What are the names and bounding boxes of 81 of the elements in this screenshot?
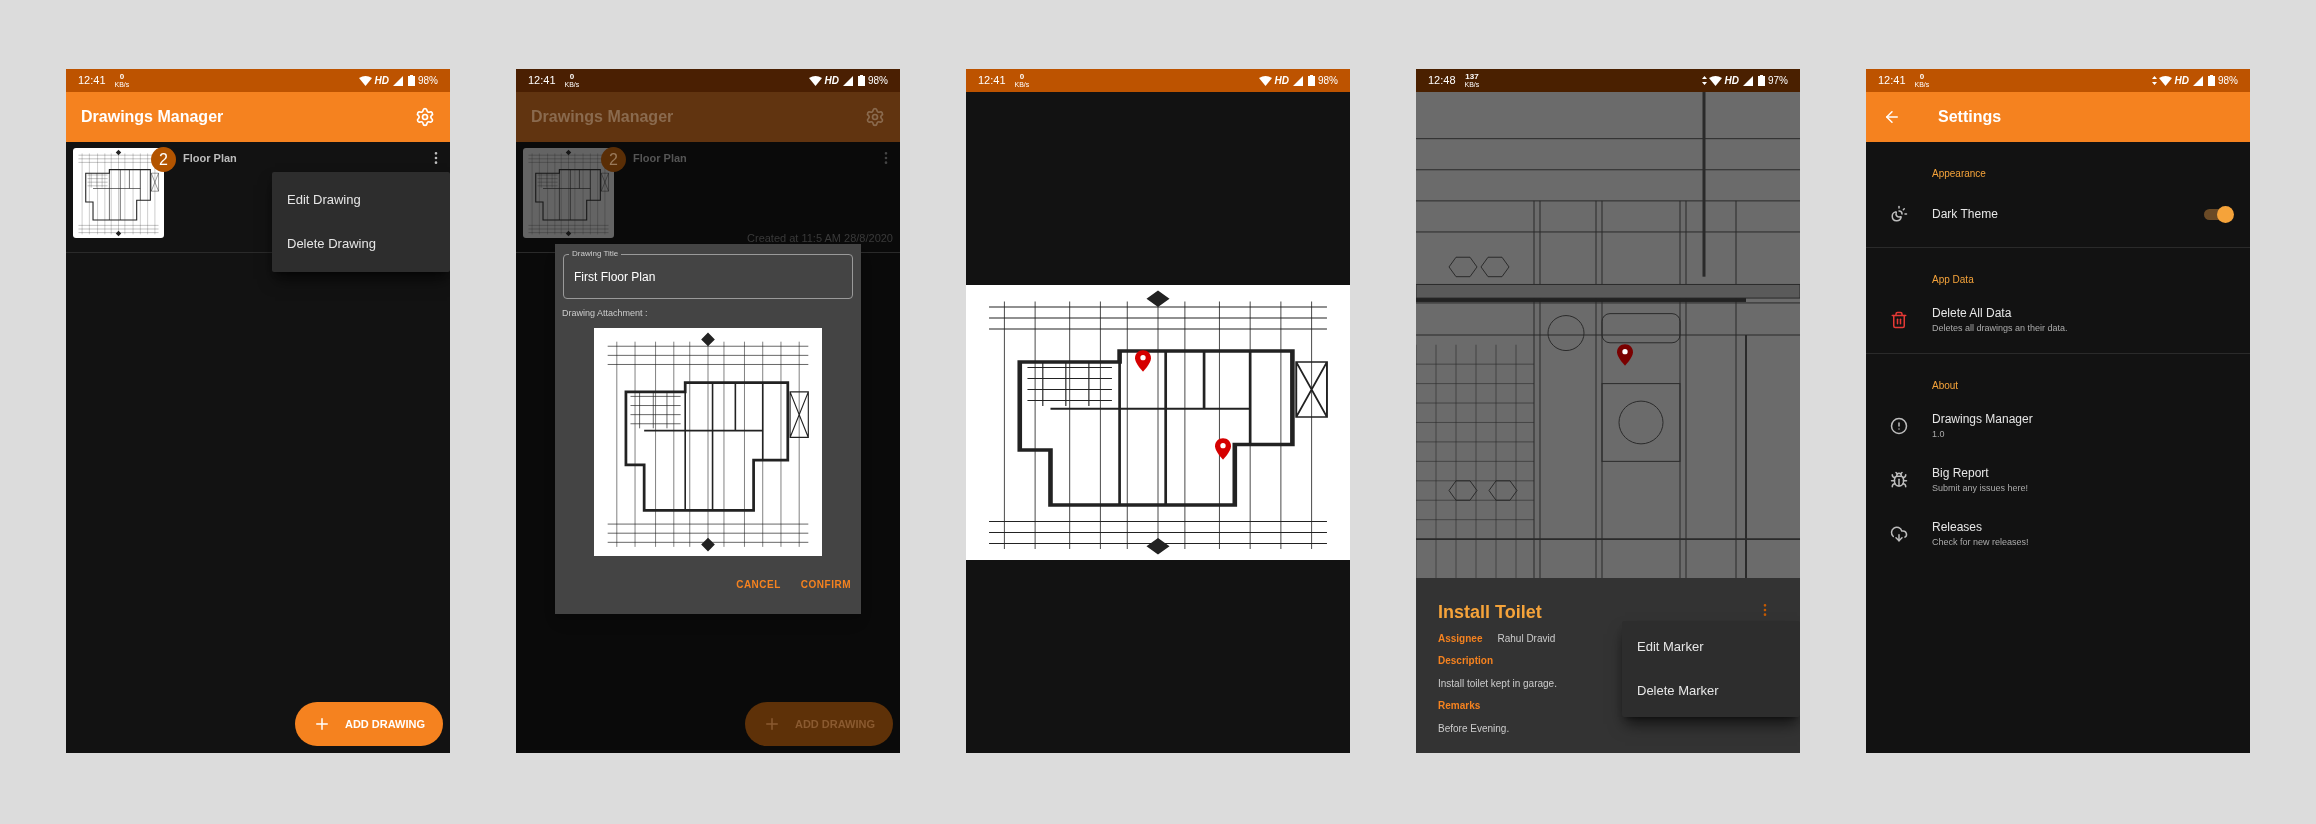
menu-item[interactable]: Delete Marker <box>1622 669 1800 713</box>
setting-title: Releases <box>1932 519 1984 537</box>
settings-row[interactable]: Drawings Manager 1.0 <box>1866 399 2250 453</box>
wifi-icon <box>358 75 372 86</box>
setting-icon <box>1890 471 1908 489</box>
battery-level: 97% <box>1768 74 1788 88</box>
field-label: Remarks <box>1438 699 1482 713</box>
battery-icon <box>1308 75 1315 86</box>
field-value: Before Evening. <box>1438 722 1510 736</box>
marker-count-badge: 2 <box>151 147 176 172</box>
clock-time: 12:41 <box>1878 73 1906 89</box>
battery-level: 98% <box>868 74 888 88</box>
clock-time: 12:41 <box>78 73 106 89</box>
menu-item[interactable]: Edit Marker <box>1622 625 1800 669</box>
clock-time: 12:41 <box>528 73 556 89</box>
setting-icon <box>1890 205 1908 223</box>
network-speed: 0 <box>569 73 575 81</box>
wifi-icon <box>808 75 822 86</box>
setting-subtitle: Deletes all drawings an their data. <box>1932 322 2069 336</box>
signal-icon <box>843 75 853 86</box>
clock-time: 12:48 <box>1428 73 1456 89</box>
menu-item[interactable]: Edit Drawing <box>272 178 450 222</box>
network-speed: 137 <box>1465 73 1479 81</box>
setting-title: Delete All Data <box>1932 305 2013 323</box>
map-pin-icon[interactable] <box>1135 350 1151 372</box>
battery-icon <box>408 75 415 86</box>
back-icon[interactable] <box>1883 108 1901 126</box>
app-title: Drawings Manager <box>531 107 675 127</box>
section-header: App Data <box>1932 273 1975 287</box>
network-speed: 0 <box>1919 73 1925 81</box>
signal-icon <box>1743 75 1753 86</box>
drawing-title[interactable]: Floor Plan <box>183 150 237 252</box>
section-header: About <box>1932 379 1960 393</box>
setting-subtitle: Submit any issues here! <box>1932 482 2030 496</box>
battery-icon <box>1758 75 1765 86</box>
settings-row[interactable]: Big Report Submit any issues here! <box>1866 453 2250 507</box>
setting-title: Drawings Manager <box>1932 411 2034 429</box>
network-speed: 0 <box>1019 73 1025 81</box>
section-header: Appearance <box>1932 167 1987 181</box>
battery-level: 98% <box>418 74 438 88</box>
field-label: Description <box>1438 654 1494 668</box>
dialog-action[interactable]: CANCEL <box>736 576 781 592</box>
setting-icon <box>1890 525 1908 543</box>
dialog-action[interactable]: CONFIRM <box>800 576 851 592</box>
setting-title: Dark Theme <box>1932 206 1999 223</box>
battery-level: 98% <box>2218 74 2238 88</box>
network-speed: 0 <box>119 73 125 81</box>
wifi-icon <box>1258 75 1272 86</box>
network-type: HD <box>1724 74 1739 88</box>
setting-icon <box>1890 417 1908 435</box>
marker-title: Install Toilet <box>1438 601 1542 624</box>
dark-theme-switch[interactable] <box>2204 208 2232 220</box>
attachment-label: Drawing Attachment : <box>562 307 649 320</box>
battery-icon <box>2208 75 2215 86</box>
settings-row[interactable]: Delete All Data Deletes all drawings an their data. <box>1866 293 2250 347</box>
setting-subtitle: 1.0 <box>1932 428 1946 442</box>
field-value: Install toilet kept in garage. <box>1438 677 1557 691</box>
field-value: Rahul Dravid <box>1497 632 1556 646</box>
network-type: HD <box>2174 74 2189 88</box>
battery-icon <box>858 75 865 86</box>
field-label: Assignee <box>1438 632 1483 646</box>
trash-icon <box>1890 311 1908 329</box>
field-label: Drawing Title <box>569 250 622 258</box>
battery-level: 98% <box>1318 74 1338 88</box>
network-type: HD <box>374 74 389 88</box>
menu-item[interactable]: Delete Drawing <box>272 222 450 266</box>
app-title: Settings <box>1938 107 2002 127</box>
settings-row[interactable]: Dark Theme <box>1866 187 2250 241</box>
map-pin-icon[interactable] <box>1617 344 1633 366</box>
clock-time: 12:41 <box>978 73 1006 89</box>
field-value: First Floor Plan <box>574 268 656 286</box>
app-title: Drawings Manager <box>81 107 225 127</box>
network-type: HD <box>1274 74 1289 88</box>
setting-subtitle: Check for new releases! <box>1932 536 2030 550</box>
marker-count-badge: 2 <box>601 147 626 172</box>
signal-icon <box>393 75 403 86</box>
settings-row[interactable]: Releases Check for new releases! <box>1866 507 2250 561</box>
signal-icon <box>1293 75 1303 86</box>
signal-icon <box>2193 75 2203 86</box>
network-type: HD <box>824 74 839 88</box>
setting-title: Big Report <box>1932 465 1990 483</box>
